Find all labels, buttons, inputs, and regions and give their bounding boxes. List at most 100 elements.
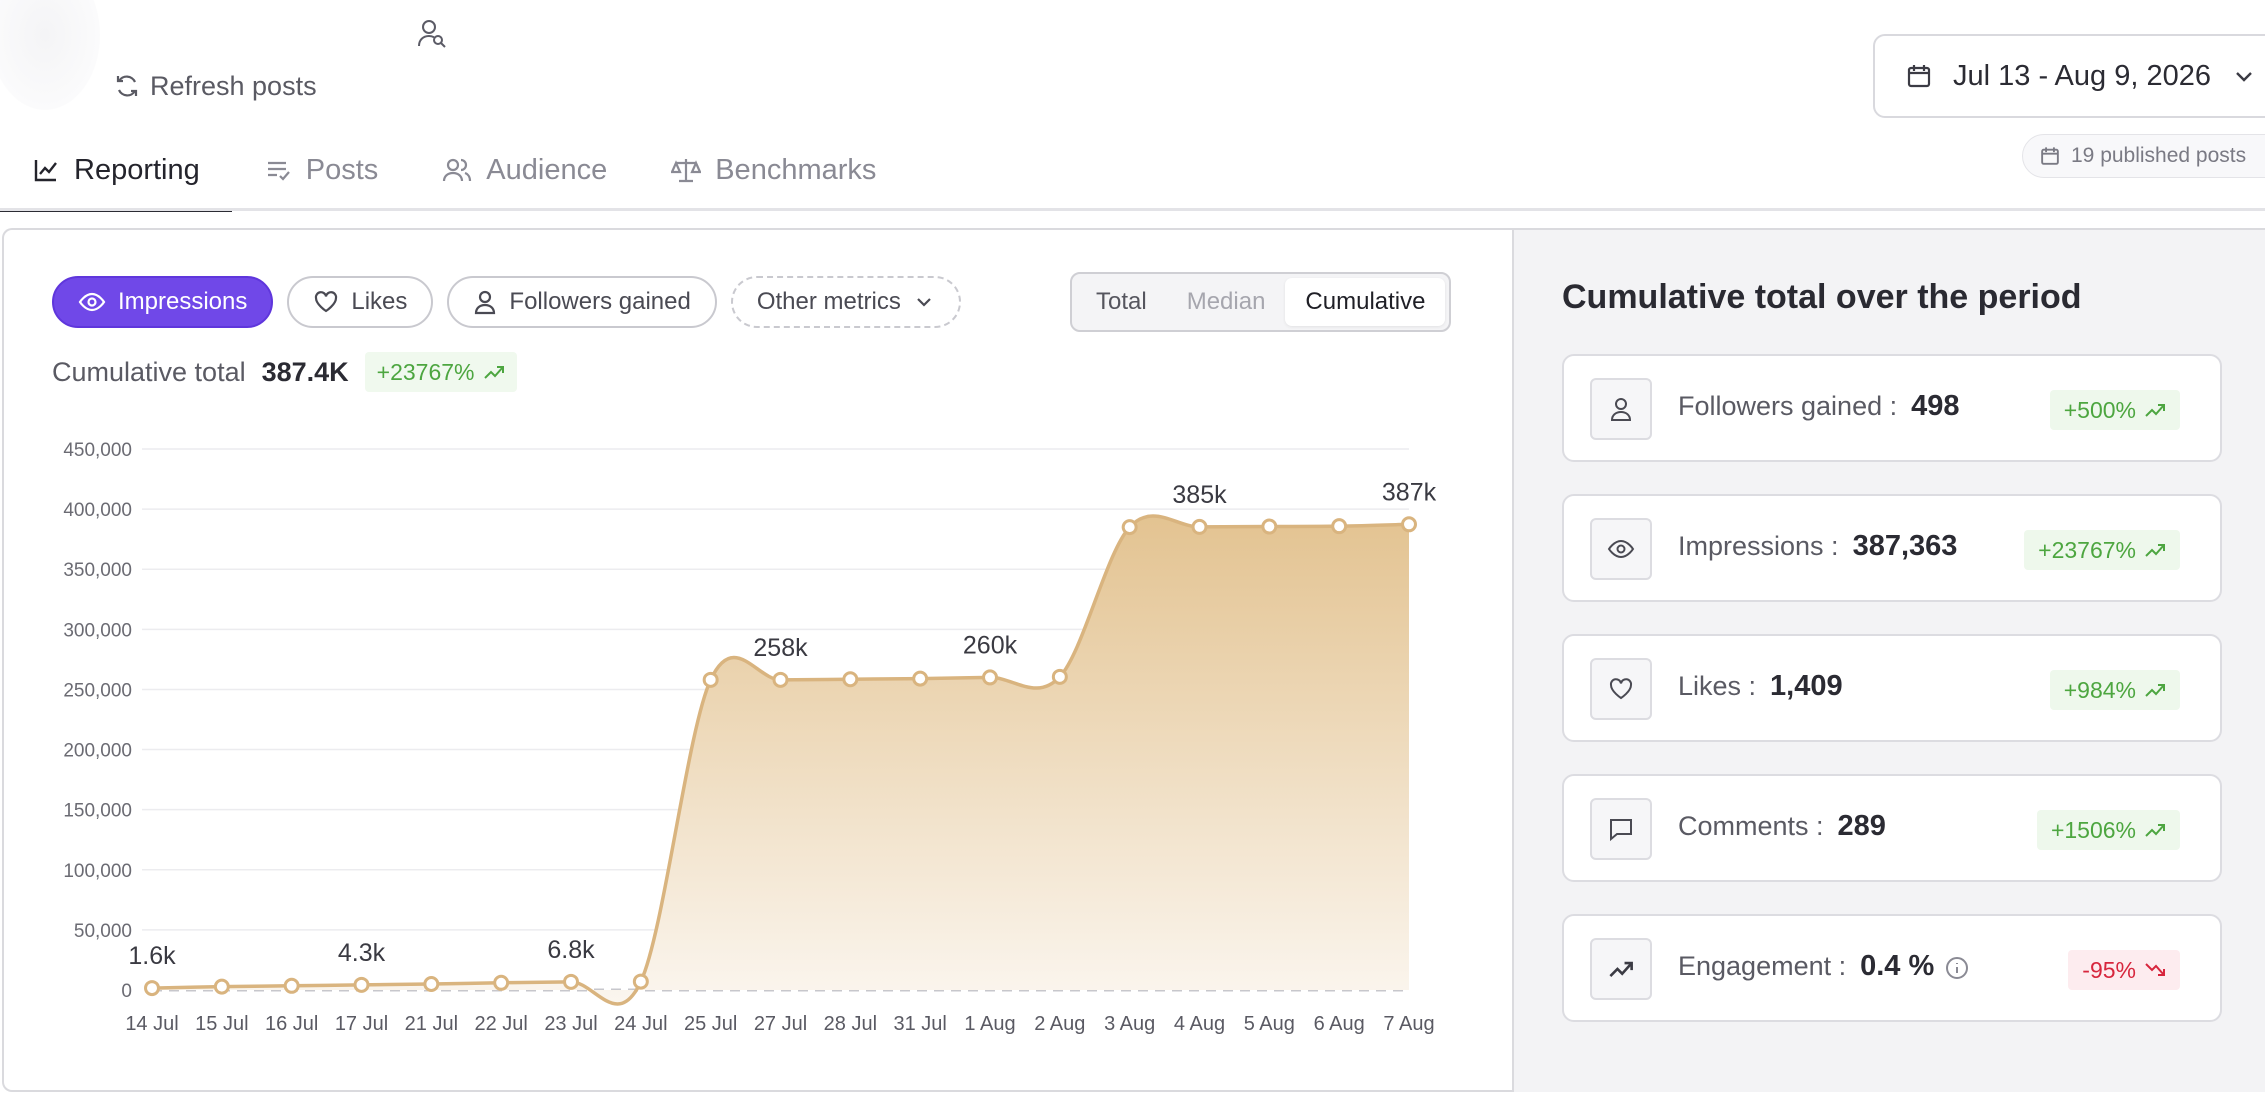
stat-name: Likes : — [1678, 671, 1757, 701]
stat-card-likes: Likes : 1,409 +984% — [1562, 634, 2222, 742]
data-label: 387k — [1382, 478, 1437, 506]
stat-value: 387,363 — [1852, 530, 1958, 562]
stat-icon-box — [1590, 938, 1652, 1000]
x-tick-label: 28 Jul — [824, 1013, 877, 1035]
x-tick-label: 24 Jul — [614, 1013, 667, 1035]
x-tick-label: 17 Jul — [335, 1013, 388, 1035]
trend-up-icon — [483, 366, 504, 379]
x-tick-label: 25 Jul — [684, 1013, 737, 1035]
x-tick-label: 15 Jul — [195, 1013, 248, 1035]
stat-delta-badge: -95% — [2068, 950, 2180, 990]
tab-reporting[interactable]: Reporting — [0, 130, 232, 212]
data-label: 260k — [963, 631, 1018, 659]
metric-pill-likes[interactable]: Likes — [287, 276, 434, 328]
comment-icon — [1610, 819, 1632, 842]
info-icon[interactable] — [1944, 955, 1970, 981]
pill-label: Followers gained — [509, 288, 691, 315]
trend-up-icon — [1609, 961, 1633, 978]
trend-up-icon — [2145, 684, 2165, 697]
stat-label: Impressions : 387,363 — [1678, 530, 1957, 563]
heart-icon — [315, 291, 338, 313]
page-header: Refresh posts Jul 13 - Aug 9, 2026 19 pu… — [0, 0, 2265, 212]
chevron-down-icon — [2236, 72, 2252, 82]
calendar-icon — [2041, 147, 2059, 165]
stat-icon-box — [1590, 798, 1652, 860]
stat-card-engagement: Engagement : 0.4 % -95% — [1562, 914, 2222, 1022]
tab-audience[interactable]: Audience — [410, 130, 639, 210]
metric-pill-impressions[interactable]: Impressions — [52, 276, 274, 328]
stat-delta: +500% — [2063, 396, 2136, 423]
header-divider — [0, 208, 2265, 211]
tab-posts[interactable]: Posts — [232, 130, 411, 210]
tab-label: Benchmarks — [715, 153, 877, 186]
users-icon — [443, 158, 472, 182]
section-tabs: Reporting Posts Audience Benchmarks — [0, 130, 908, 212]
user-search-icon — [418, 20, 446, 48]
data-point — [1401, 516, 1417, 533]
stat-card-comments: Comments : 289 +1506% — [1562, 774, 2222, 882]
data-point — [982, 669, 998, 686]
summary-row: Cumulative total 387.4K +23767% — [52, 352, 517, 392]
y-tick-label: 450,000 — [63, 440, 132, 461]
data-point — [1261, 518, 1278, 535]
published-posts-badge: 19 published posts — [2022, 134, 2265, 178]
stat-value: 289 — [1837, 810, 1886, 842]
y-tick-label: 250,000 — [63, 680, 132, 701]
avatar[interactable] — [0, 0, 100, 110]
calendar-icon — [1907, 65, 1931, 88]
panel-title: Cumulative total over the period — [1562, 278, 2082, 316]
trend-down-icon — [2145, 963, 2165, 976]
x-tick-label: 2 Aug — [1034, 1013, 1085, 1035]
list-check-icon — [267, 161, 290, 181]
pill-label: Likes — [351, 288, 408, 315]
mode-total[interactable]: Total — [1076, 278, 1167, 326]
data-label: 258k — [753, 634, 808, 662]
y-tick-label: 350,000 — [63, 560, 132, 581]
stat-value: 1,409 — [1770, 670, 1843, 702]
y-tick-label: 400,000 — [63, 500, 132, 521]
chart-svg: 0 50,000 100,000 150,000 200,000 250,000 300,0… — [63, 440, 1437, 1035]
date-range-label: Jul 13 - Aug 9, 2026 — [1953, 59, 2211, 92]
totals-panel: Cumulative total over the period Followe… — [1512, 228, 2265, 1092]
published-posts-label: 19 published posts — [2071, 144, 2247, 167]
tab-benchmarks[interactable]: Benchmarks — [639, 130, 908, 210]
other-metrics-dropdown[interactable]: Other metrics — [730, 276, 961, 328]
data-label: 385k — [1172, 481, 1227, 509]
eye-icon — [1607, 539, 1635, 559]
stat-icon-box — [1590, 658, 1652, 720]
summary-label: Cumulative total — [52, 356, 246, 387]
metric-pill-followers[interactable]: Followers gained — [447, 276, 717, 328]
mode-cumulative[interactable]: Cumulative — [1285, 278, 1446, 326]
heart-icon — [1609, 678, 1633, 700]
stat-delta-badge: +1506% — [2036, 810, 2180, 850]
x-tick-label: 5 Aug — [1244, 1013, 1295, 1035]
summary-delta: +23767% — [376, 358, 475, 385]
data-point — [353, 976, 370, 993]
mode-median[interactable]: Median — [1167, 278, 1286, 326]
tab-label: Posts — [305, 153, 379, 186]
x-tick-label: 6 Aug — [1314, 1013, 1365, 1035]
aggregation-toggle: Total Median Cumulative — [1070, 272, 1452, 332]
refresh-posts-button[interactable]: Refresh posts — [114, 66, 317, 106]
line-chart-icon — [34, 160, 57, 182]
stat-value: 498 — [1911, 390, 1960, 422]
stat-delta: +984% — [2063, 676, 2136, 703]
x-tick-label: 21 Jul — [405, 1013, 458, 1035]
data-point — [563, 973, 579, 990]
data-point — [1191, 518, 1208, 535]
data-point — [423, 975, 440, 992]
data-point — [1051, 668, 1068, 685]
y-tick-label: 50,000 — [74, 921, 132, 942]
summary-delta-badge: +23767% — [364, 352, 517, 392]
data-point — [493, 974, 510, 991]
date-range-picker[interactable]: Jul 13 - Aug 9, 2026 — [1873, 34, 2265, 118]
data-point — [772, 671, 789, 688]
chart-card: Impressions Likes Followers gained Other… — [2, 228, 1512, 1092]
x-tick-label: 14 Jul — [125, 1013, 178, 1035]
x-tick-label: 16 Jul — [265, 1013, 318, 1035]
pill-label: Other metrics — [756, 288, 901, 315]
data-point — [213, 978, 230, 995]
stat-delta-badge: +23767% — [2024, 530, 2180, 570]
user-search-button[interactable] — [412, 14, 452, 54]
data-point — [912, 670, 929, 687]
